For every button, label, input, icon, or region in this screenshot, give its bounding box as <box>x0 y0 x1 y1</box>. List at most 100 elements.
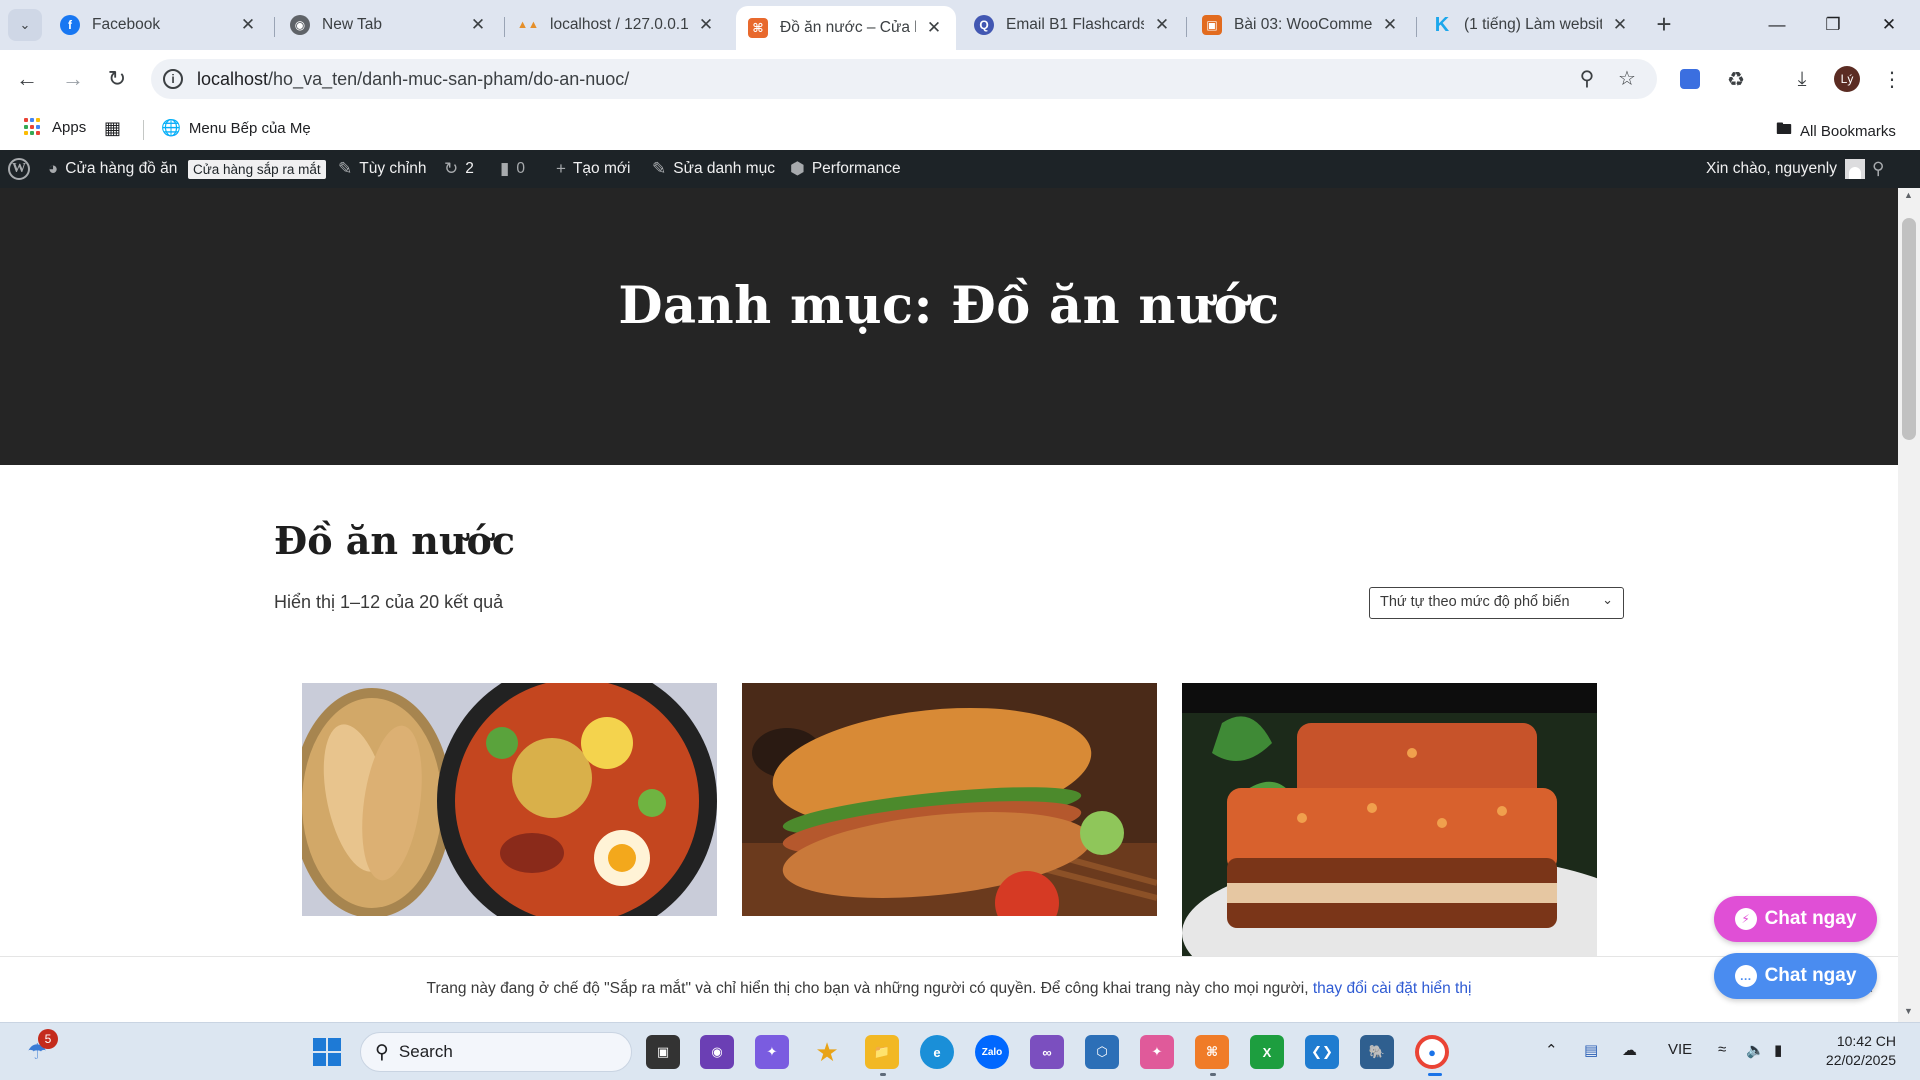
tab-search-button[interactable]: ⌄ <box>8 9 42 41</box>
cloud-icon[interactable]: ☁ <box>1622 1041 1637 1059</box>
tab-facebook[interactable]: f Facebook ✕ <box>48 6 270 44</box>
wordpress-logo[interactable]: W <box>8 150 30 188</box>
address-bar[interactable]: i localhost/ho_va_ten/danh-muc-san-pham/… <box>151 59 1657 99</box>
product-card[interactable] <box>1182 683 1597 975</box>
reload-button[interactable]: ↻ <box>100 62 134 96</box>
sort-orderby-select[interactable]: Thứ tự theo mức độ phổ biến ⌄ <box>1369 587 1624 619</box>
wp-performance[interactable]: ⬢ Performance <box>790 150 901 188</box>
wp-comments[interactable]: ▮ 0 <box>500 150 525 188</box>
chat-now-button[interactable]: … Chat ngay <box>1714 953 1877 999</box>
wp-customize[interactable]: ✎ Tùy chỉnh <box>338 150 426 188</box>
copilot-icon[interactable]: ✦ <box>755 1035 789 1069</box>
tab-do-an-nuoc[interactable]: ⌘ Đồ ăn nước – Cửa hà ✕ <box>736 6 956 50</box>
download-icon[interactable]: ⤓ <box>1788 65 1816 93</box>
scroll-down-icon[interactable]: ▼ <box>1904 1006 1913 1016</box>
zalo-icon[interactable]: Zalo <box>975 1035 1009 1069</box>
close-icon[interactable]: ✕ <box>238 15 258 35</box>
plus-icon: + <box>556 159 566 178</box>
close-icon[interactable]: ✕ <box>1610 15 1630 35</box>
taskbar-search[interactable]: ⚲ Search <box>360 1032 632 1072</box>
menu-kebab-icon[interactable]: ⋮ <box>1878 65 1906 93</box>
xbox-icon[interactable]: X <box>1250 1035 1284 1069</box>
bookmarks-divider <box>143 120 144 140</box>
k-icon: K <box>1434 13 1450 36</box>
bookmark-apps[interactable]: Apps <box>24 118 86 136</box>
windows-taskbar: ☂ 5 ⚲ Search ▣ ◉ ✦ ★ 📁 e Zalo ∞ ⬡ ✦ ⌘ X … <box>0 1022 1920 1080</box>
wp-search[interactable]: ⚲ <box>1872 150 1891 188</box>
wifi-icon[interactable]: ≈ <box>1718 1041 1726 1058</box>
system-clock[interactable]: 10:42 CH 22/02/2025 <box>1806 1032 1896 1070</box>
minimize-button[interactable]: — <box>1752 8 1802 42</box>
site-info-icon[interactable]: i <box>163 69 183 89</box>
bookmarks-bar: Apps ▦ 🌐 Menu Bếp của Mẹ 🖿 All Bookmarks <box>0 108 1920 150</box>
product-card[interactable] <box>302 683 717 916</box>
xampp-icon[interactable]: ⌘ <box>1195 1035 1229 1069</box>
tab-phpmyadmin[interactable]: ▲▲ localhost / 127.0.0.1 | ✕ <box>506 6 728 44</box>
tab-divider <box>1416 17 1417 37</box>
arrow-left-icon: ← <box>16 66 38 91</box>
bookmark-star-icon[interactable]: ☆ <box>1615 67 1639 91</box>
tab-quizlet[interactable]: Q Email B1 Flashcards | ✕ <box>962 6 1184 44</box>
banh-mi-heo-quay-image[interactable] <box>742 683 1157 916</box>
task-view-icon[interactable]: ▣ <box>646 1035 680 1069</box>
battery-icon[interactable]: ▮ <box>1774 1041 1782 1059</box>
chat-now-messenger-button[interactable]: ⚡ Chat ngay <box>1714 896 1877 942</box>
file-explorer-icon[interactable]: 📁 <box>865 1035 899 1069</box>
visual-studio-icon[interactable]: ∞ <box>1030 1035 1064 1069</box>
cube-app-icon[interactable]: ⬡ <box>1085 1035 1119 1069</box>
bookmark-menu-bep[interactable]: 🌐 Menu Bếp của Mẹ <box>161 118 311 138</box>
wp-site-name[interactable]: ◕ Cửa hàng đồ ăn <box>48 150 177 188</box>
close-icon[interactable]: ✕ <box>1380 15 1400 35</box>
design-app-icon[interactable]: ✦ <box>1140 1035 1174 1069</box>
extension-translate-icon[interactable] <box>1676 65 1704 93</box>
wp-account-greeting[interactable]: Xin chào, nguyenly <box>1706 150 1865 188</box>
language-indicator[interactable]: VIE <box>1668 1041 1692 1058</box>
volume-icon[interactable]: 🔈 <box>1746 1041 1765 1059</box>
wp-admin-bar: W ◕ Cửa hàng đồ ăn Cửa hàng sắp ra mắt ✎… <box>0 150 1920 188</box>
extensions-puzzle-icon[interactable]: ♻ <box>1722 65 1750 93</box>
vscode-icon[interactable]: ❮❯ <box>1305 1035 1339 1069</box>
chrome-taskbar-icon[interactable]: ● <box>1415 1035 1449 1069</box>
app-purple-icon[interactable]: ◉ <box>700 1035 734 1069</box>
change-visibility-link[interactable]: thay đổi cài đặt hiển thị <box>1313 980 1472 997</box>
star-app-icon[interactable]: ★ <box>810 1035 844 1069</box>
scrollbar-thumb[interactable] <box>1902 218 1916 440</box>
all-bookmarks[interactable]: 🖿 All Bookmarks <box>1776 118 1896 145</box>
zoom-icon[interactable]: ⚲ <box>1575 67 1599 91</box>
close-icon[interactable]: ✕ <box>924 18 944 38</box>
banh-mi-chao-image[interactable] <box>302 683 717 916</box>
back-button[interactable]: ← <box>10 62 44 96</box>
wp-new-content[interactable]: + Tạo mới <box>556 150 630 188</box>
tray-chevron-up-icon[interactable]: ⌃ <box>1545 1041 1558 1059</box>
edge-icon[interactable]: e <box>920 1035 954 1069</box>
tab-new-tab[interactable]: ◉ New Tab ✕ <box>278 6 500 44</box>
postgres-icon[interactable]: 🐘 <box>1360 1035 1394 1069</box>
url-text[interactable]: localhost/ho_va_ten/danh-muc-san-pham/do… <box>197 69 629 90</box>
heo-quay-image[interactable] <box>1182 683 1597 975</box>
windows-icon <box>313 1038 341 1066</box>
reload-icon: ↻ <box>107 66 127 91</box>
start-button[interactable] <box>310 1035 344 1069</box>
wp-edit-category[interactable]: ✎ Sửa danh mục <box>652 150 775 188</box>
tray-app-icon[interactable]: ▤ <box>1584 1041 1598 1059</box>
product-card[interactable] <box>742 683 1157 916</box>
close-icon[interactable]: ✕ <box>1152 15 1172 35</box>
restore-button[interactable]: ❐ <box>1808 8 1858 42</box>
tab-groups-icon[interactable]: ▦ <box>104 118 121 139</box>
running-indicator <box>880 1073 886 1076</box>
active-indicator <box>1428 1073 1442 1076</box>
tab-bai-03[interactable]: ▣ Bài 03: WooComme ✕ <box>1190 6 1412 44</box>
forward-button[interactable]: → <box>56 62 90 96</box>
close-window-button[interactable]: ✕ <box>1864 8 1914 42</box>
close-icon[interactable]: ✕ <box>696 15 716 35</box>
page-scrollbar[interactable]: ▲ ▼ <box>1898 188 1920 1022</box>
tab-lam-website[interactable]: K (1 tiếng) Làm website ✕ <box>1420 6 1642 44</box>
scroll-up-icon[interactable]: ▲ <box>1904 190 1913 200</box>
new-tab-button[interactable]: + <box>1650 11 1678 39</box>
performance-icon: ⬢ <box>790 159 805 178</box>
wp-updates[interactable]: ↻ 2 <box>444 150 474 188</box>
phpmyadmin-icon: ▲▲ <box>517 19 539 31</box>
close-icon[interactable]: ✕ <box>468 15 488 35</box>
profile-avatar[interactable]: Lý <box>1834 66 1860 92</box>
coming-soon-badge[interactable]: Cửa hàng sắp ra mắt <box>188 150 326 188</box>
